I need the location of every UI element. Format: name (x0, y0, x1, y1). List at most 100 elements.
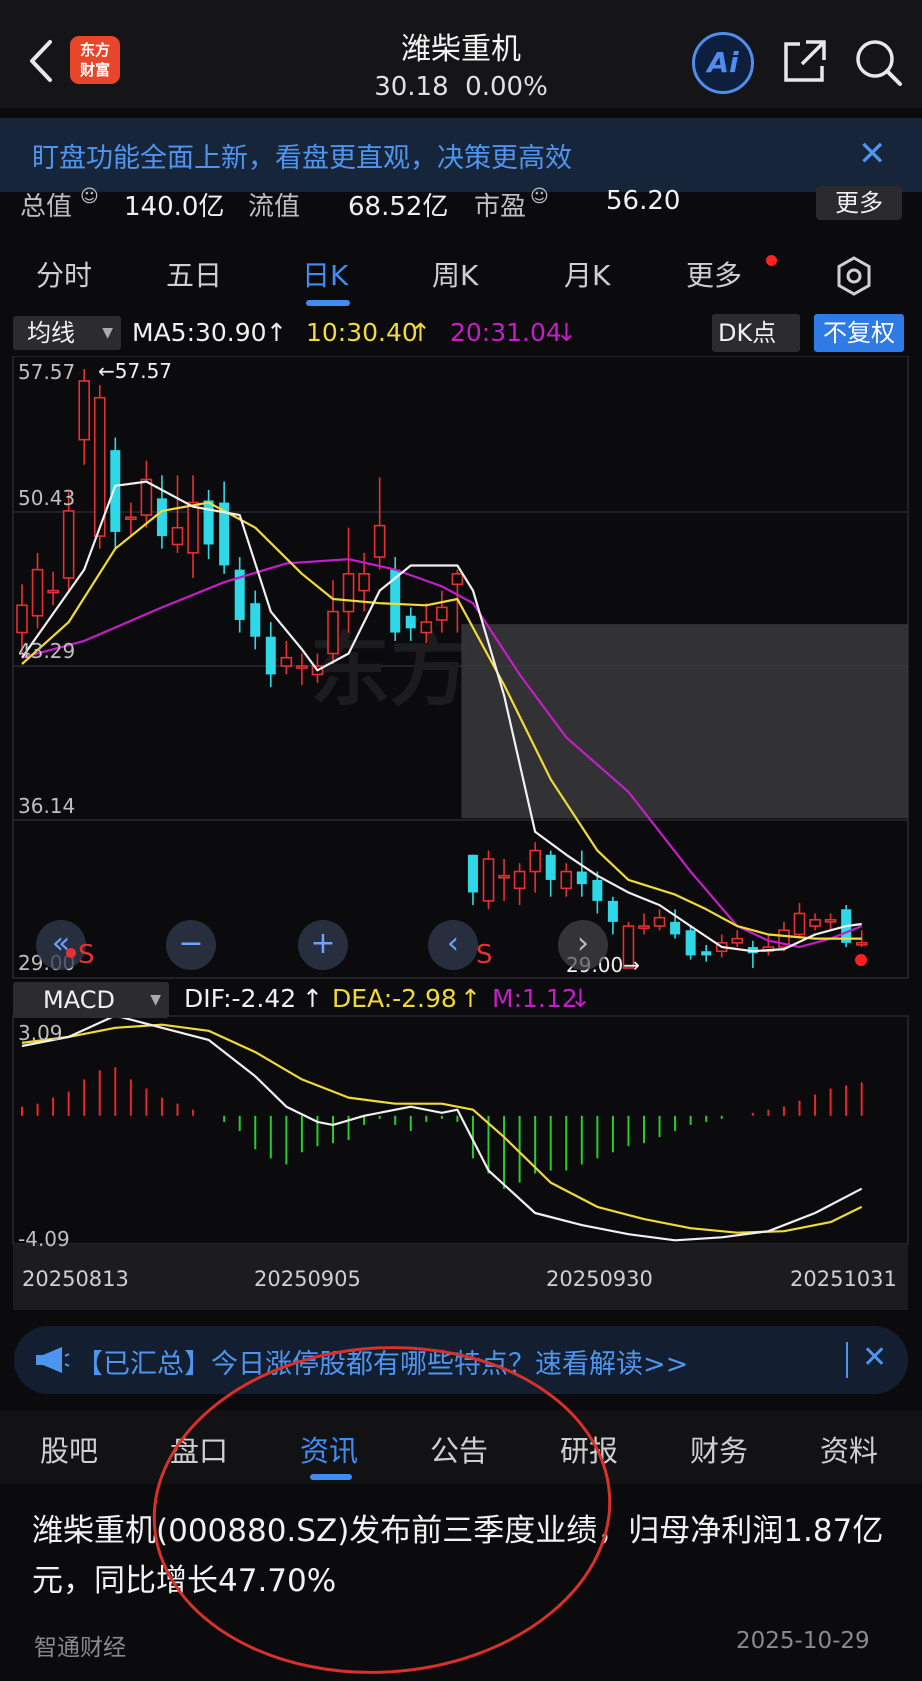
tab-more[interactable]: 更多 (686, 254, 742, 294)
candle-up (373, 524, 386, 558)
y-axis-labels: 57.5750.4343.2936.1429.00 (18, 360, 75, 975)
zoom-out-button[interactable]: − (166, 920, 216, 970)
candle-up (280, 656, 293, 667)
candle-up (342, 573, 355, 613)
pe-value: 56.20 (606, 186, 681, 216)
news-headline[interactable]: 潍柴重机(000880.SZ)发布前三季度业绩，归母净利润1.87亿元，同比增长… (32, 1506, 892, 1606)
x-tick-label: 20250930 (546, 1267, 653, 1291)
info-icon: ☺ (80, 186, 99, 207)
stats-row: 总值 ☺ 140.0亿 流值 68.52亿 市盈 ☺ 56.20 (0, 186, 922, 222)
tab-timeshare[interactable]: 分时 (36, 254, 92, 294)
notice-banner[interactable]: 盯盘功能全面上新，看盘更直观，决策更高效 ✕ (0, 118, 922, 192)
candle-down (405, 615, 416, 629)
candle-up (513, 870, 526, 890)
tab-announcements[interactable]: 公告 (430, 1428, 488, 1470)
ma10-value: 10:30.40 (306, 318, 418, 347)
ma5-value: MA5:30.90 (132, 318, 267, 347)
candle-up (638, 925, 650, 929)
tab-order-book[interactable]: 盘口 (170, 1428, 228, 1470)
info-close-icon[interactable]: ✕ (862, 1340, 887, 1375)
candle-up (47, 589, 59, 594)
tab-research[interactable]: 研报 (560, 1428, 618, 1470)
candle-up (78, 380, 90, 441)
signal-dot (855, 954, 867, 966)
tab-daily-k[interactable]: 日K (302, 254, 348, 294)
ma20-value: 20:31.04 (450, 318, 562, 347)
x-tick-label: 20251031 (790, 1267, 897, 1291)
candle-up (62, 510, 75, 579)
plus-icon: + (310, 926, 336, 961)
candle-up (482, 858, 495, 902)
tab-finance[interactable]: 财务 (690, 1428, 748, 1470)
market-cap-value: 140.0亿 (124, 192, 225, 222)
sell-marker: S (78, 940, 95, 970)
candle-up (171, 526, 184, 546)
candle-up (560, 870, 573, 890)
candle-down (701, 951, 712, 956)
y-tick-label: 50.43 (18, 486, 75, 510)
shaded-region (461, 624, 908, 819)
float-value: 68.52亿 (348, 192, 449, 222)
candle-down (607, 900, 618, 922)
m-value: M:1.12 (492, 984, 578, 1013)
candle-down (203, 500, 214, 545)
dea-up-arrow-icon: ↑ (460, 984, 481, 1013)
ma5-up-arrow-icon: ↑ (266, 318, 287, 347)
candle-up (327, 610, 339, 655)
candle-down (592, 879, 603, 901)
market-cap-label: 总值 (20, 192, 73, 222)
candle-up (31, 568, 44, 617)
tab-five-day[interactable]: 五日 (166, 254, 222, 294)
price-value: 30.18 (374, 72, 449, 102)
macd-select[interactable]: MACD ▼ (13, 982, 169, 1018)
tab-forum[interactable]: 股吧 (40, 1428, 98, 1470)
candle-up (793, 912, 806, 936)
minus-icon: − (178, 926, 204, 961)
kline-chart[interactable]: 东方 57.5750.4343.2936.1429.00 3.09-4.09 2… (0, 356, 922, 1326)
candle-up (16, 604, 28, 634)
more-stats-button[interactable]: 更多 (816, 186, 902, 220)
prev-button[interactable]: ‹ (428, 920, 478, 970)
megaphone-icon (36, 1347, 70, 1373)
candle-down (685, 930, 696, 956)
max-price-label: ←57.57 (98, 359, 172, 383)
dif-line (21, 1014, 863, 1242)
tab-monthly-k[interactable]: 月K (564, 254, 610, 294)
notice-close-icon[interactable]: ✕ (858, 134, 887, 174)
info-banner[interactable]: 【已汇总】今日涨停股都有哪些特点？速看解读>> ✕ (14, 1326, 908, 1394)
notice-text: 盯盘功能全面上新，看盘更直观，决策更高效 (32, 143, 572, 174)
top-header: 东方 财富 潍柴重机 30.18 0.00% Ai (0, 0, 922, 108)
indicator-select-label: 均线 (27, 319, 75, 347)
candle-down (250, 603, 261, 637)
candle-down (576, 871, 587, 885)
candle-up (653, 916, 666, 927)
candle-up (187, 501, 199, 554)
ai-button[interactable]: Ai (692, 32, 754, 94)
search-icon[interactable] (850, 34, 906, 90)
macd-y-tick: -4.09 (18, 1227, 70, 1251)
share-icon[interactable] (776, 34, 832, 90)
indicator-select[interactable]: 均线 ▼ (13, 316, 121, 350)
sell-marker: S (476, 940, 493, 970)
candle-up (824, 918, 837, 923)
ma20-down-arrow-icon: ↓ (556, 318, 577, 347)
no-adjust-button[interactable]: 不复权 (814, 314, 904, 352)
m-down-arrow-icon: ↓ (570, 984, 591, 1013)
price-change: 0.00% (465, 72, 548, 102)
next-button[interactable]: › (558, 920, 608, 970)
candle-up (436, 606, 448, 621)
candle-down (670, 921, 681, 935)
candle-up (420, 621, 433, 634)
tab-weekly-k[interactable]: 周K (432, 254, 478, 294)
news-source: 智通财经 (34, 1635, 126, 1661)
tab-news[interactable]: 资讯 (300, 1428, 358, 1470)
dk-point-button[interactable]: DK点 (712, 314, 800, 352)
signal-dot (66, 948, 76, 958)
info-icon: ☺ (530, 186, 549, 207)
zoom-in-button[interactable]: + (298, 920, 348, 970)
candle-up (809, 918, 821, 927)
tab-profile[interactable]: 资料 (820, 1428, 878, 1470)
divider (846, 1342, 848, 1378)
settings-gear-icon[interactable] (832, 254, 876, 298)
macd-y-tick: 3.09 (18, 1021, 63, 1045)
